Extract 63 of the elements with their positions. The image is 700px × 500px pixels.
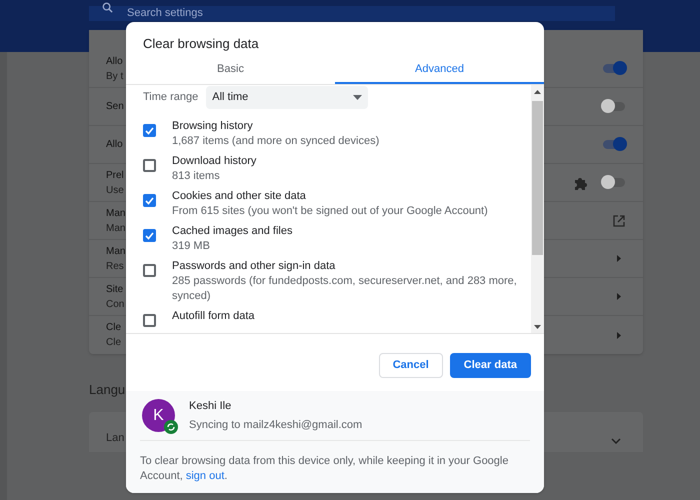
item-label: Cookies and other site data bbox=[172, 189, 307, 204]
row-title: Allo bbox=[106, 138, 123, 152]
row-title: Lan bbox=[106, 430, 124, 446]
checkbox[interactable] bbox=[143, 194, 156, 207]
row-subtitle: Man bbox=[106, 222, 126, 236]
row-title: Cle bbox=[106, 321, 122, 335]
tab[interactable]: Basic bbox=[126, 57, 335, 84]
search-icon bbox=[102, 2, 113, 13]
scrollbar[interactable] bbox=[531, 85, 544, 333]
external-link-icon[interactable] bbox=[613, 214, 625, 226]
scroll-down-arrow-icon[interactable] bbox=[534, 325, 541, 329]
checkbox[interactable] bbox=[143, 264, 156, 277]
checkbox[interactable] bbox=[143, 229, 156, 242]
arrow-right-icon[interactable] bbox=[617, 255, 621, 262]
row-subtitle: Con bbox=[106, 298, 124, 312]
item-label: Autofill form data bbox=[172, 309, 256, 324]
dropdown-arrow-icon bbox=[353, 94, 362, 100]
item-label: Browsing history bbox=[172, 119, 254, 134]
cancel-button[interactable]: Cancel bbox=[378, 353, 443, 378]
item-detail: 1,687 items (and more on synced devices) bbox=[172, 134, 380, 149]
scrollbar-thumb[interactable] bbox=[532, 101, 543, 255]
tab[interactable]: Advanced bbox=[335, 57, 544, 84]
item-label: Cached images and files bbox=[172, 224, 294, 239]
section-heading: Langu bbox=[89, 381, 126, 399]
item-detail: 285 passwords (for fundedposts.com, secureserver.net, and 283 more, synced) bbox=[172, 274, 517, 304]
checkbox[interactable] bbox=[143, 124, 156, 137]
sign-out-note: To clear browsing data from this device only, while keeping it in your Google Account, sign out. bbox=[140, 454, 510, 484]
item-label: Download history bbox=[172, 154, 258, 169]
row-subtitle: Use bbox=[106, 184, 124, 198]
sync-status: Syncing to mailz4keshi@gmail.com bbox=[189, 418, 362, 432]
row-subtitle: Cle bbox=[106, 336, 122, 350]
row-title: Man bbox=[106, 244, 126, 258]
time-range-label: Time range bbox=[143, 90, 198, 105]
toggle-switch[interactable] bbox=[603, 64, 625, 73]
item-detail: 319 MB bbox=[172, 239, 211, 254]
item-detail: From 615 sites (you won't be signed out of your Google Account) bbox=[172, 204, 489, 219]
row-subtitle: By t bbox=[106, 70, 124, 84]
account-name: Keshi Ile bbox=[189, 399, 232, 414]
checkbox[interactable] bbox=[143, 159, 156, 172]
puzzle-piece-icon bbox=[574, 176, 588, 190]
item-detail: 813 items bbox=[172, 169, 221, 184]
row-title: Prel bbox=[106, 168, 124, 182]
arrow-right-icon[interactable] bbox=[617, 293, 621, 300]
item-label: Passwords and other sign-in data bbox=[172, 259, 336, 274]
clear-data-button[interactable]: Clear data bbox=[450, 353, 531, 378]
search-field[interactable]: Search settings bbox=[89, 6, 615, 20]
chevron-down-icon[interactable] bbox=[611, 438, 621, 444]
sign-out-link[interactable]: sign out bbox=[186, 470, 224, 482]
toggle-switch[interactable] bbox=[603, 102, 625, 111]
dialog-title: Clear browsing data bbox=[142, 35, 260, 53]
row-title: Allo bbox=[106, 54, 124, 68]
scroll-up-arrow-icon[interactable] bbox=[534, 90, 541, 94]
arrow-right-icon[interactable] bbox=[617, 332, 621, 338]
row-title: Man bbox=[106, 206, 126, 220]
checkbox[interactable] bbox=[143, 314, 156, 327]
sync-badge-icon bbox=[164, 420, 178, 434]
row-title: Sen bbox=[106, 100, 124, 114]
toggle-switch[interactable] bbox=[603, 140, 625, 149]
time-range-dropdown[interactable]: All time bbox=[206, 86, 368, 108]
row-subtitle: Res bbox=[106, 260, 125, 274]
toggle-switch[interactable] bbox=[603, 178, 625, 187]
avatar: K bbox=[142, 399, 175, 432]
row-title: Site bbox=[106, 282, 124, 296]
